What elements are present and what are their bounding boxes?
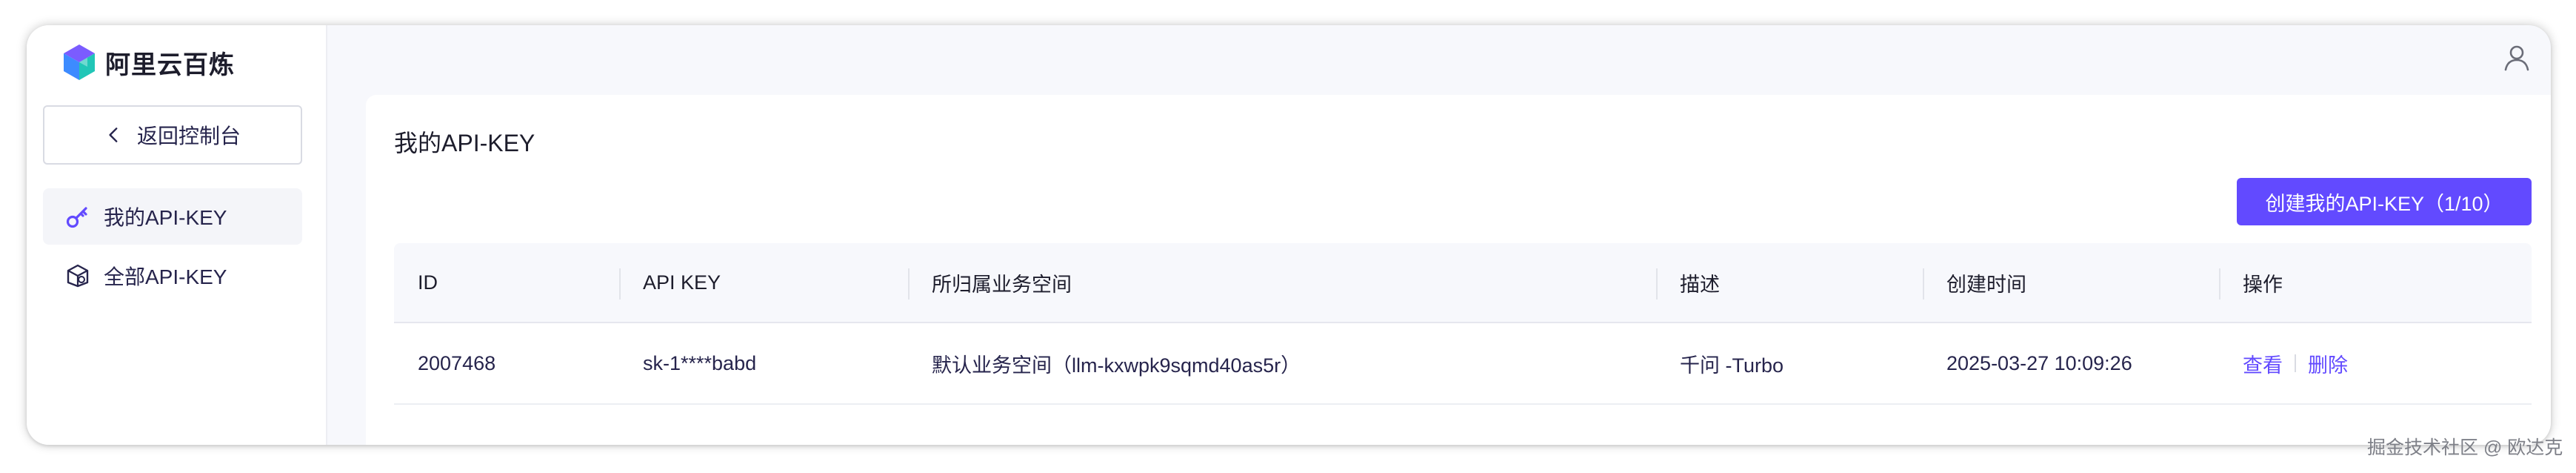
cell-created: 2025-03-27 10:09:26 — [1946, 351, 2132, 374]
app-name: 阿里云百炼 — [105, 50, 235, 79]
column-header-api-key: API KEY — [619, 243, 908, 322]
cube-icon — [67, 264, 89, 288]
cell-id: 2007468 — [418, 351, 496, 374]
cell-actions: 查看 删除 — [2219, 323, 2532, 403]
cell-workspace: 默认业务空间（llm-kxwpk9sqmd40as5r） — [932, 354, 1301, 377]
table-row: 2007468 sk-1****babd 默认业务空间（llm-kxwpk9sq… — [394, 323, 2532, 405]
table-header: ID API KEY 所归属业务空间 描述 创建时间 操作 — [394, 243, 2532, 323]
watermark: 掘金技术社区 @ 欧达克 — [2367, 437, 2563, 458]
sidebar-item-label: 全部API-KEY — [104, 265, 227, 288]
page-title: 我的API-KEY — [394, 130, 535, 156]
chevron-left-icon — [109, 128, 118, 142]
sidebar-item-my-api-key[interactable]: 我的API-KEY — [43, 188, 302, 245]
bailian-logo-icon — [64, 44, 95, 80]
column-header-workspace: 所归属业务空间 — [908, 243, 1656, 322]
column-header-actions: 操作 — [2219, 243, 2532, 322]
column-header-id: ID — [418, 271, 438, 294]
sidebar-item-label: 我的API-KEY — [104, 206, 227, 229]
app-window: 阿里云百炼 返回控制台 我的API-KEY 全部API-KEY 我的API-KE… — [27, 25, 2551, 445]
delete-link[interactable]: 删除 — [2308, 349, 2348, 378]
key-icon — [66, 207, 87, 228]
cell-description: 千问 -Turbo — [1680, 354, 1784, 377]
column-header-created: 创建时间 — [1923, 243, 2219, 322]
sidebar-item-all-api-key[interactable]: 全部API-KEY — [43, 248, 302, 304]
back-button-label: 返回控制台 — [136, 125, 241, 148]
column-header-description: 描述 — [1656, 243, 1923, 322]
main-content: 我的API-KEY 创建我的API-KEY（1/10） ID API KEY 所… — [366, 95, 2551, 445]
api-key-table: ID API KEY 所归属业务空间 描述 创建时间 操作 2007468 sk… — [394, 243, 2532, 405]
user-avatar-icon[interactable] — [2502, 43, 2532, 73]
view-link[interactable]: 查看 — [2243, 349, 2283, 378]
back-to-console-button[interactable]: 返回控制台 — [43, 105, 302, 165]
action-divider — [2295, 354, 2296, 372]
cell-api-key: sk-1****babd — [643, 351, 757, 374]
app-logo[interactable]: 阿里云百炼 — [61, 40, 235, 85]
sidebar: 阿里云百炼 返回控制台 我的API-KEY 全部API-KEY — [27, 25, 327, 445]
create-api-key-button[interactable]: 创建我的API-KEY（1/10） — [2237, 178, 2532, 225]
